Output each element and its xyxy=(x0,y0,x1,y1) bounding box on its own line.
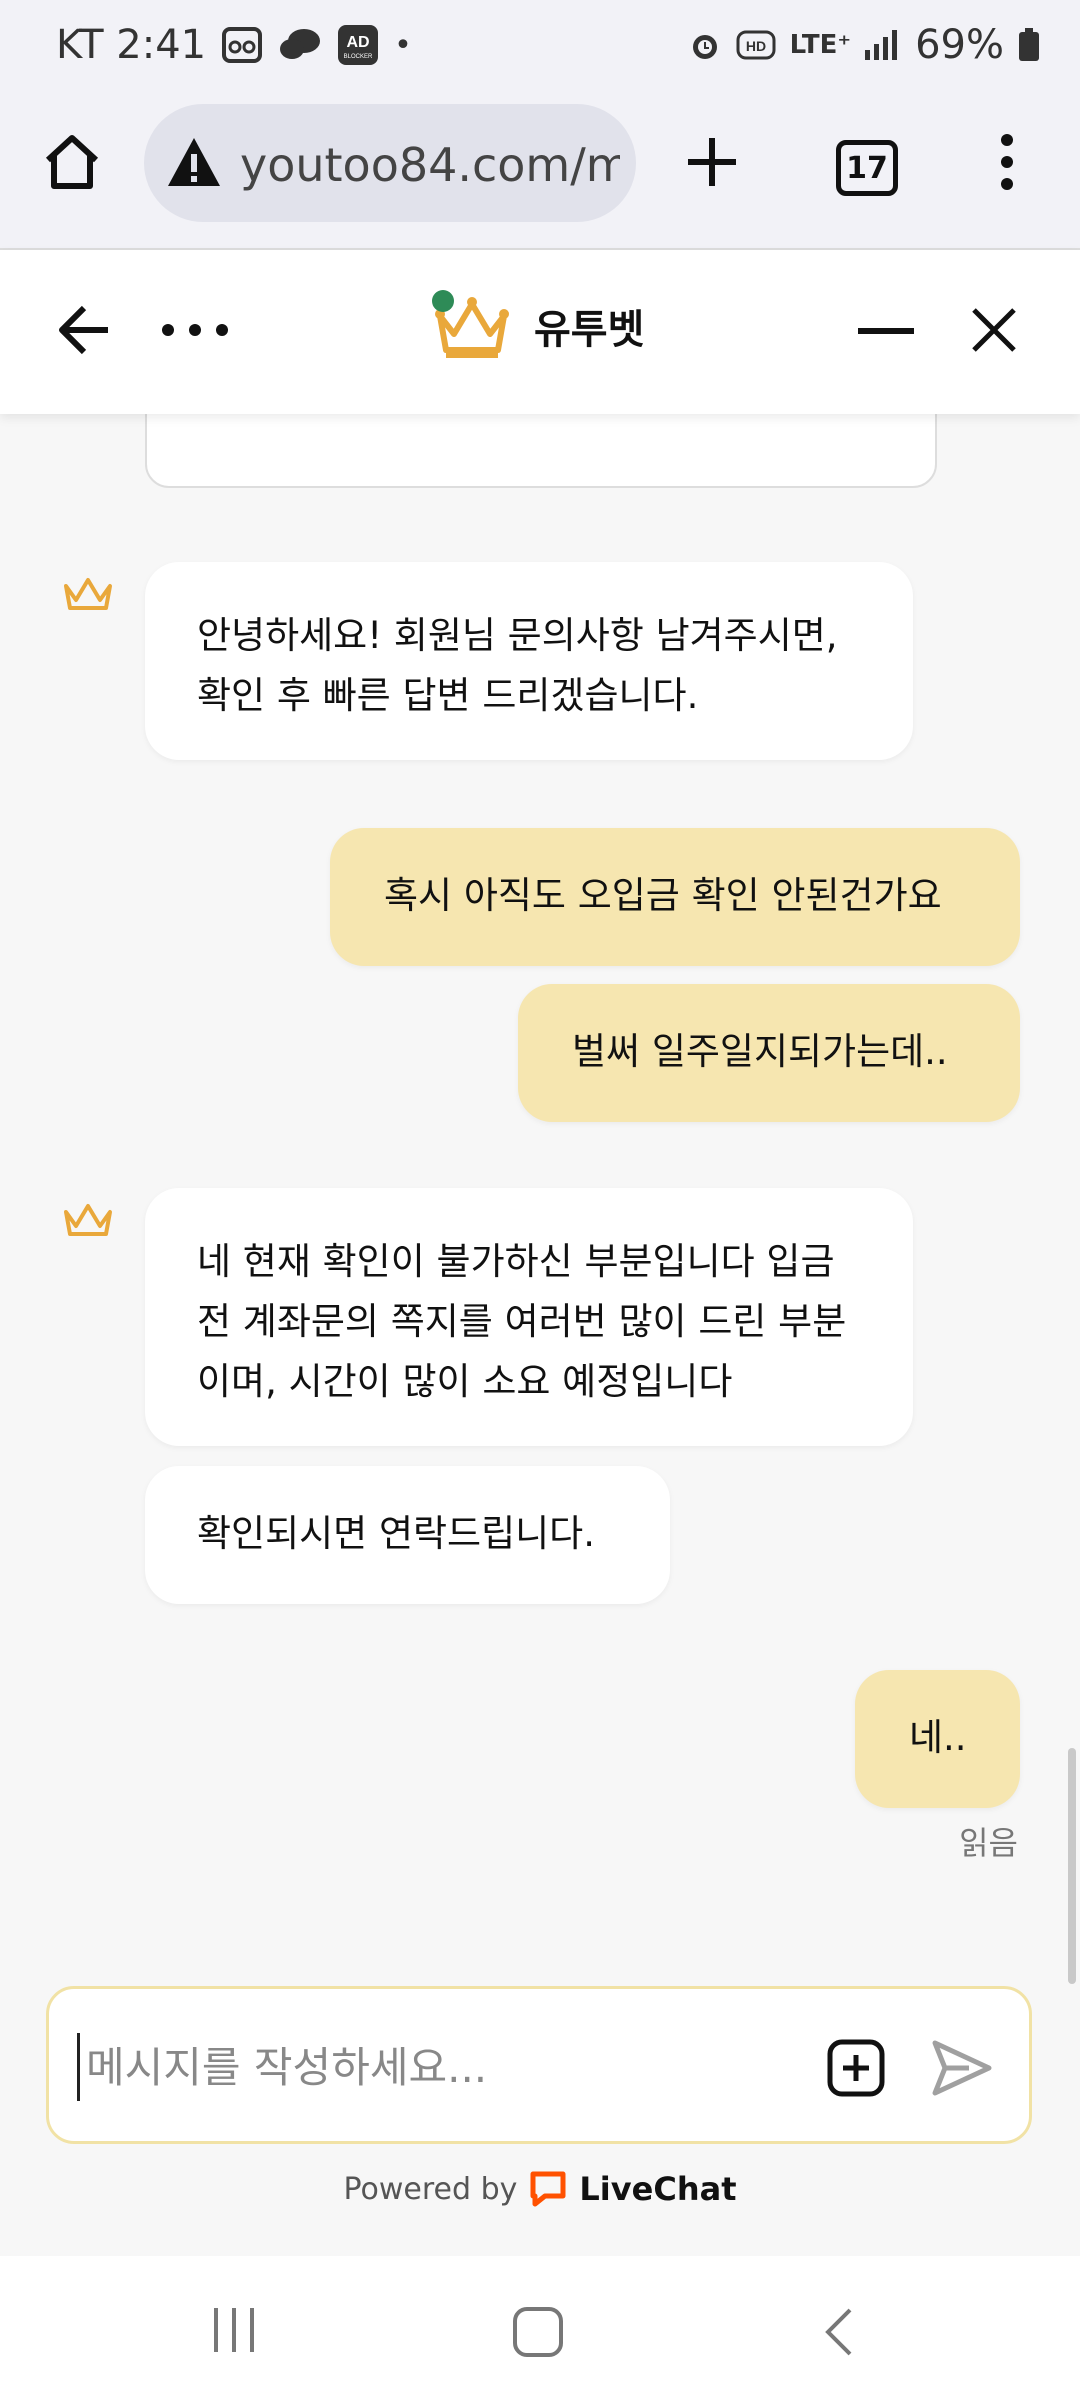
svg-text:BLOCKER: BLOCKER xyxy=(344,54,373,60)
signal-icon xyxy=(865,30,898,60)
message-composer xyxy=(46,1986,1032,2144)
powered-by: Powered by LiveChat xyxy=(0,2170,1080,2208)
hd-voice-icon: HD xyxy=(736,30,776,60)
nav-home-icon[interactable] xyxy=(512,2306,564,2358)
warning-icon[interactable] xyxy=(166,136,222,188)
address-bar[interactable]: youtoo84.com/me xyxy=(144,104,636,222)
system-nav-bar xyxy=(0,2256,1080,2400)
livechat-icon[interactable] xyxy=(529,2170,567,2208)
status-bar: KT 2:41 AD BLOCKER • HD LTE⁺ 69% xyxy=(0,0,1080,100)
home-icon[interactable] xyxy=(40,130,104,194)
online-status-dot xyxy=(432,290,454,312)
powered-by-label: Powered by xyxy=(343,2171,518,2207)
crown-icon xyxy=(64,578,112,610)
plus-icon[interactable] xyxy=(680,130,744,194)
alarm-icon xyxy=(692,35,717,59)
svg-text:HD: HD xyxy=(745,38,765,54)
recents-icon[interactable] xyxy=(210,2306,258,2354)
send-icon[interactable] xyxy=(929,2035,995,2101)
more-horiz-icon[interactable] xyxy=(160,322,230,338)
agent-message: 확인되시면 연락드립니다. xyxy=(145,1466,670,1604)
ad-blocker-icon: AD BLOCKER xyxy=(338,25,379,65)
brand-name: 유투벳 xyxy=(534,307,645,353)
user-message: 혹시 아직도 오입금 확인 안된건가요 xyxy=(330,828,1020,966)
minimize-icon[interactable] xyxy=(858,328,914,336)
message-input[interactable] xyxy=(77,2033,828,2101)
notification-dot-icon: • xyxy=(394,27,412,63)
network-type: LTE⁺ xyxy=(789,30,852,60)
chat-messages[interactable]: 안녕하세요! 회원님 문의사항 남겨주시면, 확인 후 빠른 답변 드리겠습니다… xyxy=(0,414,1080,1974)
browser-toolbar: youtoo84.com/me 17 xyxy=(0,100,1080,250)
url-text[interactable]: youtoo84.com/me xyxy=(240,138,620,192)
brand: 유투벳 xyxy=(432,290,644,362)
back-arrow-icon[interactable] xyxy=(56,302,112,358)
agent-message: 네 현재 확인이 불가하신 부분입니다 입금전 계좌문의 쪽지를 여러번 많이 … xyxy=(145,1188,913,1446)
svg-text:AD: AD xyxy=(347,34,370,51)
battery-icon xyxy=(1019,28,1039,61)
carrier-time: KT 2:41 xyxy=(56,22,207,68)
chat-header: 유투벳 xyxy=(0,250,1080,414)
tabs-icon[interactable]: 17 xyxy=(836,140,898,196)
chat-bubbles-icon xyxy=(280,29,321,59)
user-message: 벌써 일주일지되가는데.. xyxy=(518,984,1020,1122)
close-icon[interactable] xyxy=(970,306,1018,354)
livechat-link[interactable]: LiveChat xyxy=(579,2170,736,2208)
read-status: 읽음 xyxy=(959,1824,1018,1862)
previous-card xyxy=(145,414,937,488)
user-message: 네.. xyxy=(855,1670,1020,1808)
more-vert-icon[interactable] xyxy=(992,130,1022,194)
brand-logo xyxy=(432,290,512,362)
battery-percent: 69% xyxy=(915,22,1004,68)
nav-back-icon[interactable] xyxy=(820,2306,860,2358)
glasses-icon xyxy=(222,27,263,63)
crown-icon xyxy=(64,1204,112,1236)
attach-icon[interactable] xyxy=(827,2039,885,2097)
scrollbar[interactable] xyxy=(1068,1748,1076,1984)
agent-message: 안녕하세요! 회원님 문의사항 남겨주시면, 확인 후 빠른 답변 드리겠습니다… xyxy=(145,562,913,760)
